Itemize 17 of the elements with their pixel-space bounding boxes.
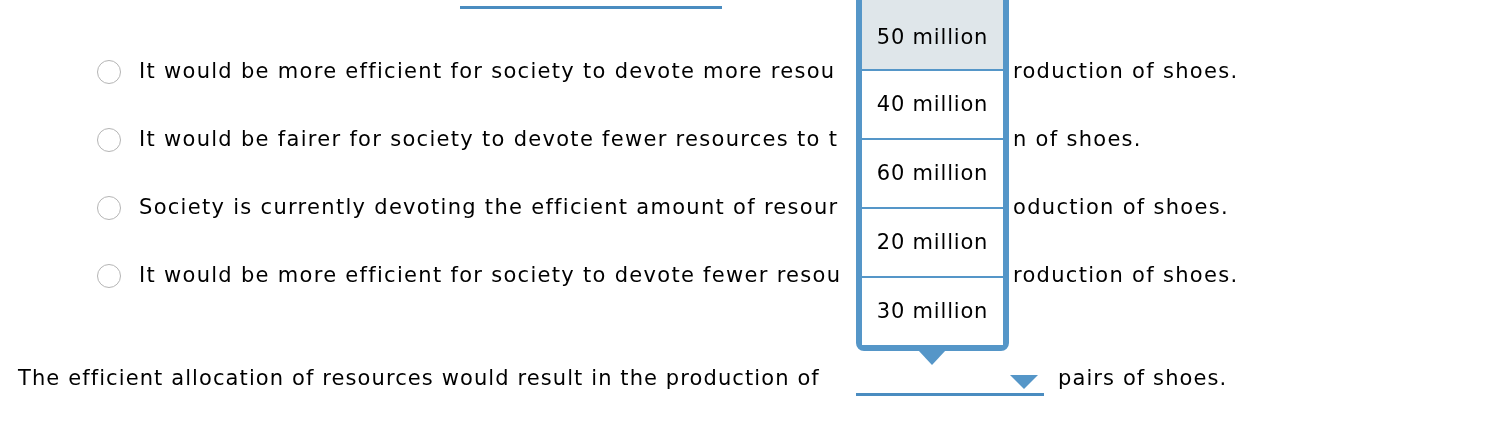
menu-option[interactable]: 30 million [862, 276, 1003, 345]
option-text: Society is currently devoting the efficient amount of resour [139, 194, 840, 222]
sentence-text: The efficient allocation of resources would result in the production of [18, 364, 821, 392]
radio-button[interactable] [97, 60, 121, 84]
option-text: It would be more efficient for society to devote more resou [139, 58, 837, 86]
radio-button[interactable] [97, 196, 121, 220]
option-text: roduction of shoes. [1013, 58, 1239, 86]
radio-button[interactable] [97, 128, 121, 152]
menu-option[interactable]: 50 million [862, 0, 1003, 70]
option-text: It would be fairer for society to devote fewer resources to t [139, 126, 840, 154]
sentence-text: pairs of shoes. [1058, 364, 1228, 392]
option-text: It would be more efficient for society to devote fewer resou [139, 262, 843, 290]
option-text: oduction of shoes. [1013, 194, 1229, 222]
caret-icon [1010, 375, 1038, 389]
option-text: n of shoes. [1013, 126, 1142, 154]
radio-button[interactable] [97, 264, 121, 288]
option-text: roduction of shoes. [1013, 262, 1239, 290]
